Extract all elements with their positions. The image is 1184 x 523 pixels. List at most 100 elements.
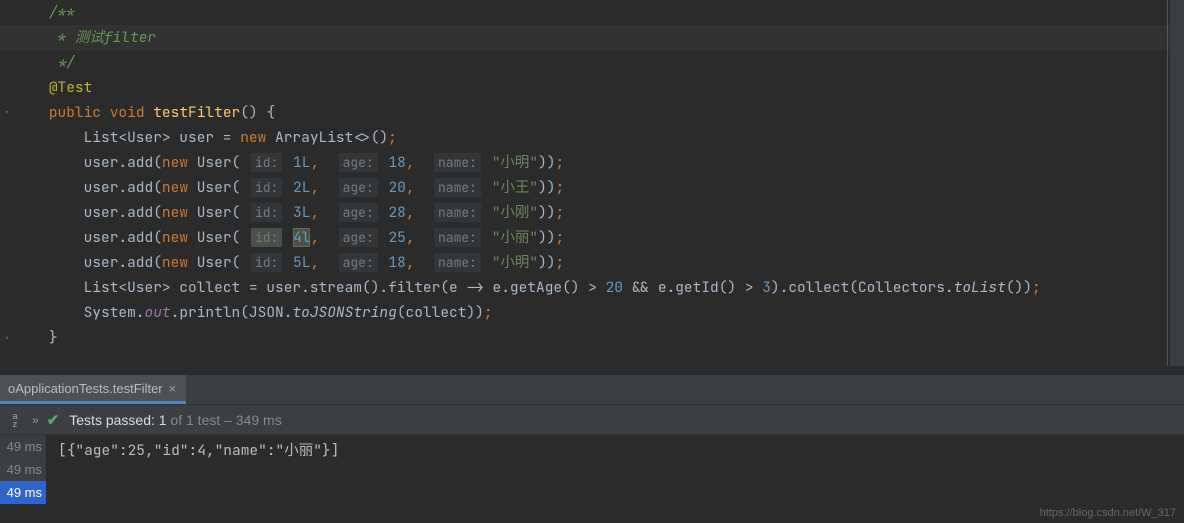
val-name: "小刚" xyxy=(492,203,538,222)
semicolon: ; xyxy=(556,203,565,222)
hint-name: name: xyxy=(434,203,481,222)
code-line-add-5: user.add(new User( id: 5L, age: 18, name… xyxy=(0,250,1184,275)
val-name: "小丽" xyxy=(492,228,538,247)
val-age: 28 xyxy=(388,203,405,222)
println-out: out xyxy=(145,303,171,322)
hint-id: id: xyxy=(251,178,282,197)
method-paren: () { xyxy=(240,103,275,122)
brace-close: } xyxy=(49,328,58,347)
add-suffix: )) xyxy=(538,228,555,247)
console-line: [{"age":25,"id":4,"name":"小丽"}] xyxy=(58,441,339,460)
semicolon: ; xyxy=(556,228,565,247)
stream-tolist: toList xyxy=(954,278,1006,297)
tests-passed-dim: of 1 test – 349 ms xyxy=(167,412,282,428)
val-id: 4l xyxy=(293,228,310,247)
hint-age: age: xyxy=(339,228,378,247)
val-id: 3L xyxy=(293,203,310,222)
hint-id: id: xyxy=(251,228,282,247)
semicolon: ; xyxy=(556,153,565,172)
hint-name: name: xyxy=(434,178,481,197)
time-row[interactable]: 49 ms xyxy=(0,458,46,481)
code-line-add-2: user.add(new User( id: 2L, age: 20, name… xyxy=(0,175,1184,200)
add-suffix: )) xyxy=(538,178,555,197)
val-id: 2L xyxy=(293,178,310,197)
console-output[interactable]: [{"age":25,"id":4,"name":"小丽"}] xyxy=(46,435,1184,504)
add-suffix: )) xyxy=(538,203,555,222)
semicolon: ; xyxy=(484,303,493,322)
hint-id: id: xyxy=(251,253,282,272)
comment-close: */ xyxy=(49,53,75,72)
stream-end: ()) xyxy=(1006,278,1032,297)
code-line-add-1: user.add(new User( id: 1L, age: 18, name… xyxy=(0,150,1184,175)
val-id: 5L xyxy=(293,253,310,272)
comment-open: /** xyxy=(49,3,75,22)
code-line-println: System.out.println(JSON.toJSONString(col… xyxy=(0,300,1184,325)
user-ctor: User( xyxy=(188,178,240,197)
time-row-selected[interactable]: 49 ms xyxy=(0,481,46,504)
val-name: "小明" xyxy=(492,253,538,272)
semicolon: ; xyxy=(556,178,565,197)
check-icon: ✔ xyxy=(47,411,60,429)
val-name: "小王" xyxy=(492,178,538,197)
kw-new: new xyxy=(162,253,188,272)
println-after: (collect)) xyxy=(397,303,484,322)
semicolon: ; xyxy=(556,253,565,272)
add-prefix: user.add( xyxy=(84,203,162,222)
watermark: https://blog.csdn.net/W_317 xyxy=(1040,507,1176,519)
fold-arrow-icon[interactable]: ▾ xyxy=(4,100,10,125)
tab-test-filter[interactable]: oApplicationTests.testFilter × xyxy=(0,375,186,404)
stream-v1: 20 xyxy=(606,278,623,297)
code-line-stream: List<User> collect = user.stream().filte… xyxy=(0,275,1184,300)
method-name: testFilter xyxy=(153,103,240,122)
kw-void: void xyxy=(110,103,145,122)
kw-public: public xyxy=(49,103,101,122)
stream-after: ).collect(Collectors. xyxy=(771,278,954,297)
hint-name: name: xyxy=(434,228,481,247)
hint-name: name: xyxy=(434,153,481,172)
val-age: 20 xyxy=(388,178,405,197)
hint-age: age: xyxy=(339,203,378,222)
stream-v2: 3 xyxy=(762,278,771,297)
val-age: 25 xyxy=(388,228,405,247)
tests-passed-count: Tests passed: 1 xyxy=(69,412,166,428)
add-prefix: user.add( xyxy=(84,253,162,272)
test-results-bar: az » ✔ Tests passed: 1 of 1 test – 349 m… xyxy=(0,405,1184,435)
console-area: 49 ms 49 ms 49 ms [{"age":25,"id":4,"nam… xyxy=(0,435,1184,504)
hint-age: age: xyxy=(339,178,378,197)
code-line-add-3: user.add(new User( id: 3L, age: 28, name… xyxy=(0,200,1184,225)
add-suffix: )) xyxy=(538,153,555,172)
chevrons-icon[interactable]: » xyxy=(32,413,37,427)
kw-new: new xyxy=(162,178,188,197)
editor-scrollbar[interactable] xyxy=(1170,0,1184,366)
add-prefix: user.add( xyxy=(84,228,162,247)
add-prefix: user.add( xyxy=(84,178,162,197)
user-ctor: User( xyxy=(188,153,240,172)
kw-new: new xyxy=(162,203,188,222)
fold-arrow-icon[interactable]: ▴ xyxy=(4,325,10,350)
stream-pre: List<User> collect = user.stream().filte… xyxy=(84,278,606,297)
val-age: 18 xyxy=(388,153,405,172)
user-ctor: User( xyxy=(188,203,240,222)
time-gutter: 49 ms 49 ms 49 ms xyxy=(0,435,46,504)
annotation-test: @Test xyxy=(49,78,93,97)
println-pre: System. xyxy=(84,303,145,322)
println-mid: .println(JSON. xyxy=(171,303,293,322)
hint-id: id: xyxy=(251,153,282,172)
kw-new: new xyxy=(240,128,266,147)
hint-name: name: xyxy=(434,253,481,272)
add-prefix: user.add( xyxy=(84,153,162,172)
hint-age: age: xyxy=(339,153,378,172)
println-tojson: toJSONString xyxy=(292,303,396,322)
arraylist-ctor: ArrayList<>() xyxy=(266,128,388,147)
stream-mid: && e.getId() > xyxy=(623,278,762,297)
sort-icon[interactable]: az xyxy=(8,411,22,429)
user-ctor: User( xyxy=(188,253,240,272)
run-tab-bar: oApplicationTests.testFilter × xyxy=(0,375,1184,405)
tab-label: oApplicationTests.testFilter xyxy=(8,381,163,396)
val-age: 18 xyxy=(388,253,405,272)
hint-age: age: xyxy=(339,253,378,272)
code-editor[interactable]: /** * 测试filter */ @Test ▾ public void te… xyxy=(0,0,1184,375)
close-icon[interactable]: × xyxy=(169,381,177,396)
val-name: "小明" xyxy=(492,153,538,172)
time-row[interactable]: 49 ms xyxy=(0,435,46,458)
